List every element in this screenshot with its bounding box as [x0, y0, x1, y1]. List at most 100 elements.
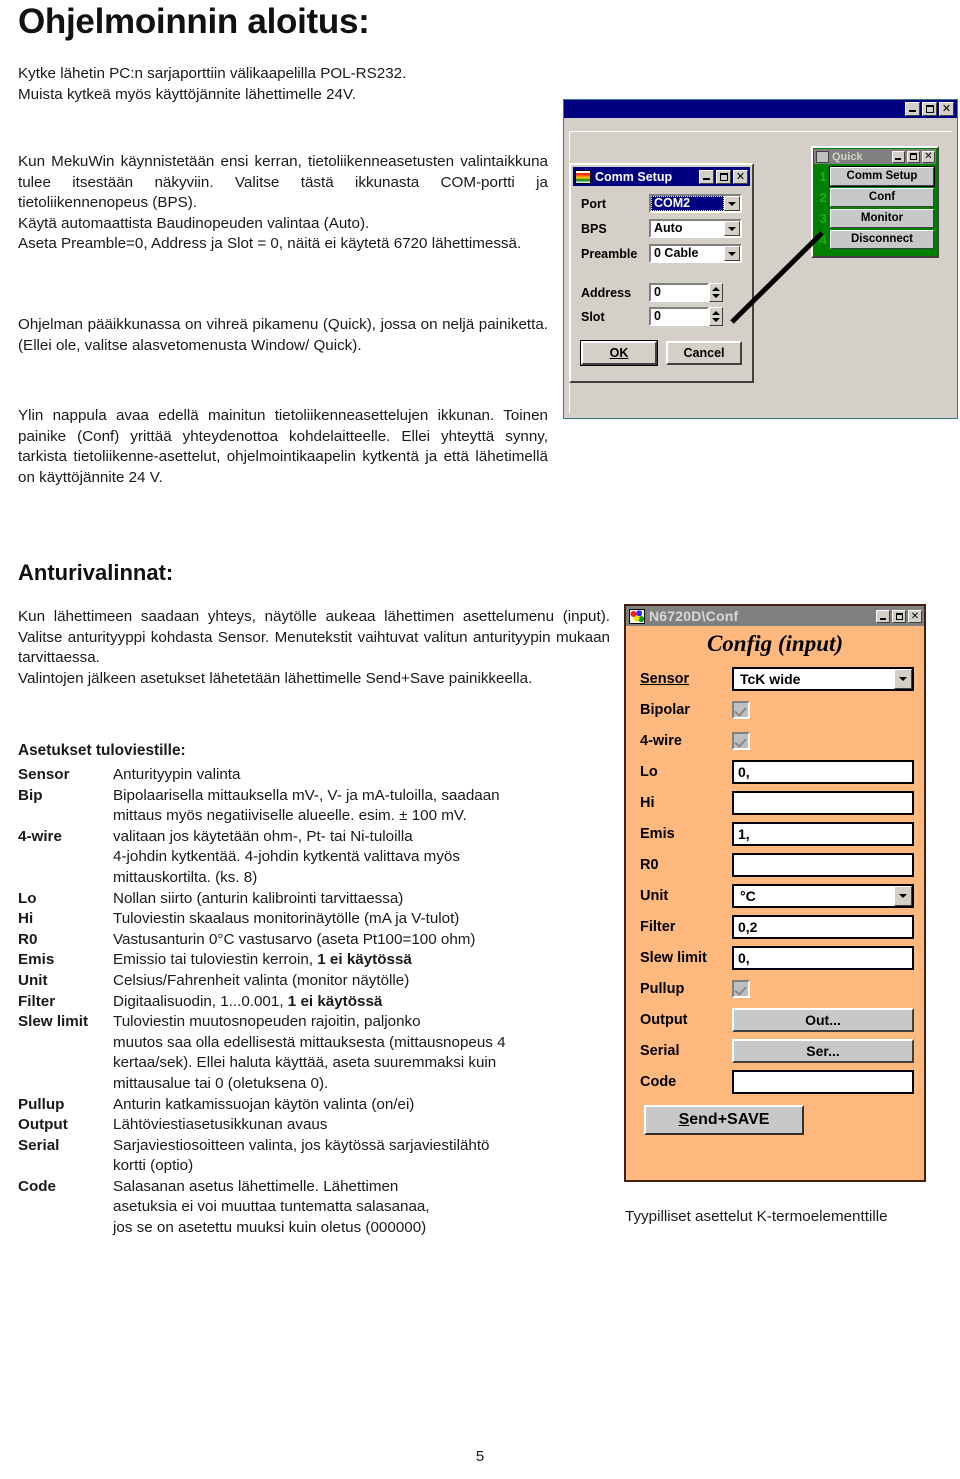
definition-description: Sarjaviestiosoitteen valinta, jos käytös…: [113, 1136, 490, 1175]
definition-row: Hi Tuloviestin skaalaus monitorinäytölle …: [18, 909, 618, 930]
quick-button-label: Disconnect: [851, 233, 913, 245]
definition-description: Tuloviestin skaalaus monitorinäytölle (m…: [113, 910, 460, 928]
definition-term: Slew limit: [18, 1013, 89, 1031]
bps-value: Auto: [654, 221, 683, 235]
intro-paragraph-3: Ohjelman pääikkunassa on vihreä pikamenu…: [18, 316, 548, 354]
comm-minimize-icon[interactable]: [699, 169, 714, 184]
close-icon[interactable]: ✕: [939, 102, 954, 116]
config-label: Serial: [640, 1042, 680, 1059]
config-maximize-icon[interactable]: [892, 609, 906, 623]
config-button[interactable]: Ser...: [732, 1038, 914, 1063]
comm-close-icon[interactable]: ✕: [733, 169, 748, 184]
config-input[interactable]: [732, 852, 914, 877]
config-checkbox[interactable]: [732, 731, 750, 750]
chevron-down-icon[interactable]: [724, 196, 740, 211]
slot-input[interactable]: 0: [649, 307, 709, 326]
config-row-unit: Unit °C: [640, 880, 914, 911]
quick-button-disconnect[interactable]: Disconnect: [830, 230, 934, 249]
quick-row: 2 Conf: [816, 188, 934, 207]
quick-row: 1 Comm Setup: [816, 166, 935, 187]
bps-label: BPS: [581, 221, 607, 236]
maximize-icon[interactable]: [922, 102, 937, 116]
definition-row: Filter Digitaalisuodin, 1...0.001, 1 ei k…: [18, 992, 618, 1013]
definition-description: Bipolaarisella mittauksella mV-, V- ja m…: [113, 786, 500, 825]
definition-description: Tuloviestin muutosnopeuden rajoitin, pal…: [113, 1013, 506, 1092]
quick-button-label: Monitor: [860, 212, 904, 224]
config-caption-buttons: ✕: [876, 609, 922, 623]
config-row-sensor: Sensor TcK wide: [640, 663, 914, 694]
quick-row: 3 Monitor: [816, 209, 934, 228]
definition-row: Output Lähtöviestiasetusikkunan avaus: [18, 1115, 618, 1136]
config-input[interactable]: 0,: [732, 945, 914, 970]
definition-description: Nollan siirto (anturin kalibrointi tarvi…: [113, 889, 404, 907]
definition-row: Pullup Anturin katkamissuojan käytön vali…: [18, 1095, 618, 1116]
port-value: COM2: [651, 196, 724, 211]
bps-select[interactable]: Auto: [649, 219, 742, 238]
config-row-output: Output Out...: [640, 1004, 914, 1035]
port-label: Port: [581, 196, 606, 211]
comm-setup-caption-buttons: ✕: [699, 169, 748, 184]
quick-button-monitor[interactable]: Monitor: [830, 209, 934, 228]
quick-index-3: 3: [819, 211, 827, 226]
definition-term: Bip: [18, 786, 43, 804]
quick-maximize-icon[interactable]: [907, 150, 920, 163]
config-input[interactable]: [732, 1069, 914, 1094]
config-row-serial: Serial Ser...: [640, 1035, 914, 1066]
chevron-down-icon[interactable]: [724, 221, 740, 236]
config-label: Output: [640, 1011, 688, 1028]
mekuwin-app-icon: [575, 169, 591, 184]
definition-description: Salasanan asetus lähettimelle. Lähettime…: [113, 1177, 430, 1237]
config-input-window-screenshot: N6720D\Conf ✕ Config (input) Sensor TcK w…: [624, 604, 926, 1182]
send-save-button[interactable]: Send+SAVE: [644, 1105, 804, 1135]
chevron-down-icon[interactable]: [894, 885, 912, 906]
address-stepper[interactable]: [709, 283, 723, 302]
cancel-button[interactable]: Cancel: [666, 341, 742, 365]
config-minimize-icon[interactable]: [876, 609, 890, 623]
quick-button-comm-setup[interactable]: Comm Setup: [829, 166, 935, 187]
config-field-list: Sensor TcK wide Bipolar 4-wire Lo 0, Hi Emis 1, R…: [626, 663, 924, 1097]
definition-term: Code: [18, 1177, 56, 1195]
config-select-value: TcK wide: [740, 670, 801, 687]
port-select[interactable]: COM2: [649, 194, 742, 213]
definition-term: Serial: [18, 1136, 60, 1154]
config-input[interactable]: 1,: [732, 821, 914, 846]
config-button[interactable]: Out...: [732, 1007, 914, 1032]
bps-row: BPS Auto: [581, 219, 742, 238]
config-row-slew-limit: Slew limit 0,: [640, 942, 914, 973]
config-select[interactable]: TcK wide: [732, 666, 914, 691]
config-label: 4-wire: [640, 732, 682, 749]
config-checkbox[interactable]: [732, 979, 750, 998]
config-close-icon[interactable]: ✕: [908, 609, 922, 623]
config-titlebar: N6720D\Conf ✕: [626, 606, 924, 626]
quick-button-label: Comm Setup: [846, 170, 918, 182]
ok-button[interactable]: OK: [580, 340, 658, 366]
comm-maximize-icon[interactable]: [716, 169, 731, 184]
preamble-value: 0 Cable: [654, 246, 699, 260]
config-row-4-wire: 4-wire: [640, 725, 914, 756]
chevron-down-icon[interactable]: [894, 668, 912, 689]
quick-window: Quick ✕ 1 Comm Setup 2 Conf 3 Monitor 4 …: [811, 146, 939, 258]
config-input[interactable]: 0,: [732, 759, 914, 784]
quick-app-icon: [816, 150, 829, 163]
comm-setup-title: Comm Setup: [595, 169, 673, 184]
config-caption: Tyypilliset asettelut K-termoelementtill…: [625, 1208, 888, 1225]
quick-caption-buttons: ✕: [892, 150, 935, 163]
definition-term: Lo: [18, 889, 37, 907]
definition-row: Slew limit Tuloviestin muutosnopeuden raj…: [18, 1012, 618, 1094]
quick-button-conf[interactable]: Conf: [830, 188, 934, 207]
config-select[interactable]: °C: [732, 883, 914, 908]
chevron-down-icon[interactable]: [724, 246, 740, 261]
config-label: Lo: [640, 763, 658, 780]
minimize-icon[interactable]: [905, 102, 920, 116]
quick-minimize-icon[interactable]: [892, 150, 905, 163]
config-heading: Config (input): [706, 631, 844, 656]
definition-row: Unit Celsius/Fahrenheit valinta (monitor …: [18, 971, 618, 992]
quick-close-icon[interactable]: ✕: [922, 150, 935, 163]
config-input[interactable]: 0,2: [732, 914, 914, 939]
slot-stepper[interactable]: [709, 307, 723, 326]
config-checkbox[interactable]: [732, 700, 750, 719]
definition-description: Digitaalisuodin, 1...0.001, 1 ei käytöss…: [113, 992, 383, 1010]
config-input[interactable]: [732, 790, 914, 815]
preamble-select[interactable]: 0 Cable: [649, 244, 742, 263]
address-input[interactable]: 0: [649, 283, 709, 302]
